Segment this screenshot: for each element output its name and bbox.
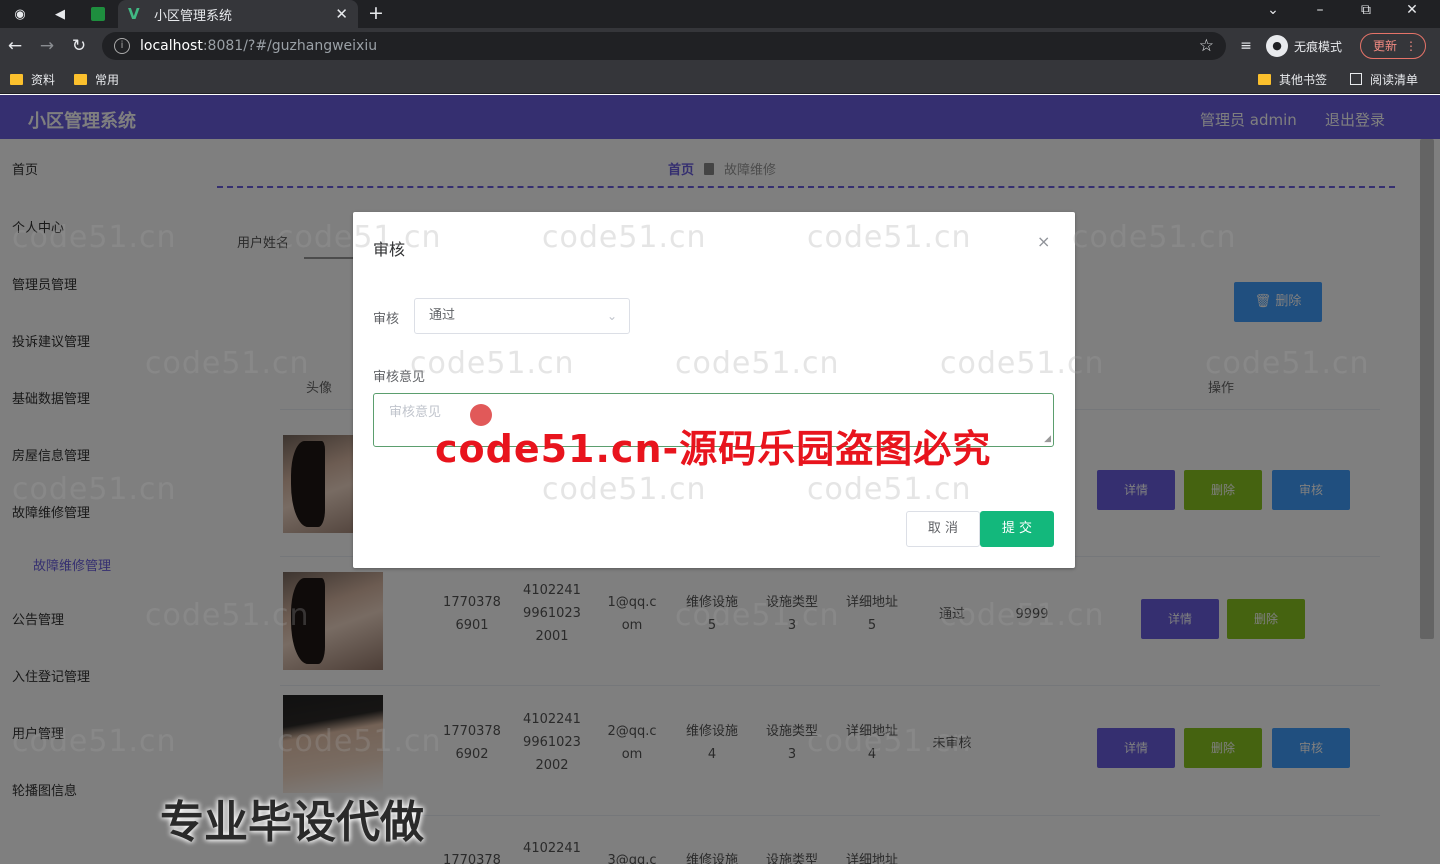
- incognito-label: 无痕模式: [1294, 39, 1343, 54]
- app-tab-icon[interactable]: [87, 3, 109, 25]
- reading-list-label: 阅读清单: [1370, 72, 1419, 87]
- reload-icon[interactable]: ↻: [66, 33, 92, 59]
- cancel-button[interactable]: 取 消: [906, 511, 980, 547]
- minimize-icon[interactable]: –: [1309, 0, 1331, 24]
- dialog-title: 审核: [373, 240, 406, 259]
- opinion-placeholder: 审核意见: [389, 405, 442, 420]
- browser-tab-active[interactable]: V 小区管理系统 ✕: [118, 0, 358, 28]
- bookmark-folder-1[interactable]: 资料: [10, 70, 55, 88]
- other-bookmarks[interactable]: 其他书签: [1258, 70, 1327, 88]
- update-label: 更新: [1373, 39, 1398, 53]
- audit-select[interactable]: 通过 ⌄: [414, 298, 630, 334]
- url-host: localhost: [140, 38, 203, 54]
- update-button[interactable]: 更新 ⋮: [1360, 33, 1426, 59]
- address-bar[interactable]: i localhost:8081/?#/guzhangweixiu ☆: [102, 32, 1226, 60]
- folder-icon: [74, 73, 87, 85]
- submit-button[interactable]: 提 交: [980, 511, 1054, 547]
- reading-list[interactable]: 阅读清单: [1350, 70, 1418, 88]
- url-path: :8081/?#/guzhangweixiu: [202, 38, 378, 54]
- window-close-icon[interactable]: ✕: [1401, 0, 1423, 24]
- opinion-field-label: 审核意见: [373, 370, 426, 385]
- browser-toolbar: ← → ↻ i localhost:8081/?#/guzhangweixiu …: [0, 28, 1440, 64]
- bookmark-star-icon[interactable]: ☆: [1199, 36, 1214, 56]
- other-bookmarks-label: 其他书签: [1279, 72, 1328, 87]
- watermark-banner: code51.cn-源码乐园盗图必究: [435, 427, 992, 471]
- bookmarks-bar: 资料 常用 其他书签 阅读清单: [0, 64, 1440, 94]
- menu-dots-icon: ⋮: [1405, 39, 1417, 53]
- folder-icon: [1258, 73, 1271, 85]
- resize-handle-icon[interactable]: ◢: [1044, 434, 1051, 444]
- browser-tab-bar: ◉ ◀ V 小区管理系统 ✕ + ⌄ – ⧉ ✕: [0, 0, 1440, 28]
- speaker-icon[interactable]: ◀: [49, 3, 71, 25]
- incognito-indicator[interactable]: ● 无痕模式: [1266, 34, 1342, 58]
- new-tab-icon[interactable]: +: [368, 0, 384, 28]
- tab-search-icon[interactable]: ⌄: [1262, 0, 1284, 24]
- reading-list-icon: [1350, 73, 1362, 85]
- vue-icon: V: [128, 5, 140, 23]
- watermark-caption: 专业毕设代做: [160, 797, 424, 848]
- close-icon[interactable]: ×: [1037, 232, 1050, 251]
- forward-icon[interactable]: →: [34, 33, 60, 59]
- bookmark-label: 常用: [95, 72, 120, 87]
- audit-field-label: 审核: [373, 312, 400, 327]
- folder-icon: [10, 73, 23, 85]
- back-icon[interactable]: ←: [2, 33, 28, 59]
- audit-select-value: 通过: [429, 308, 456, 323]
- audit-dialog: 审核 × 审核 通过 ⌄ 审核意见 审核意见 ◢ 取 消 提 交: [353, 212, 1075, 568]
- restore-icon[interactable]: ⧉: [1355, 0, 1377, 24]
- close-tab-icon[interactable]: ✕: [335, 5, 348, 23]
- reading-mode-icon[interactable]: ≡: [1233, 33, 1259, 59]
- globe-icon[interactable]: ◉: [9, 3, 31, 25]
- bookmark-folder-2[interactable]: 常用: [74, 70, 119, 88]
- incognito-icon: ●: [1266, 35, 1288, 57]
- site-info-icon[interactable]: i: [114, 38, 130, 54]
- bookmark-label: 资料: [31, 72, 56, 87]
- app-viewport: 小区管理系统 管理员 admin 退出登录 首页 个人中心 管理员管理 投诉建议…: [0, 95, 1440, 864]
- tab-title: 小区管理系统: [154, 8, 233, 24]
- chevron-down-icon: ⌄: [606, 309, 617, 323]
